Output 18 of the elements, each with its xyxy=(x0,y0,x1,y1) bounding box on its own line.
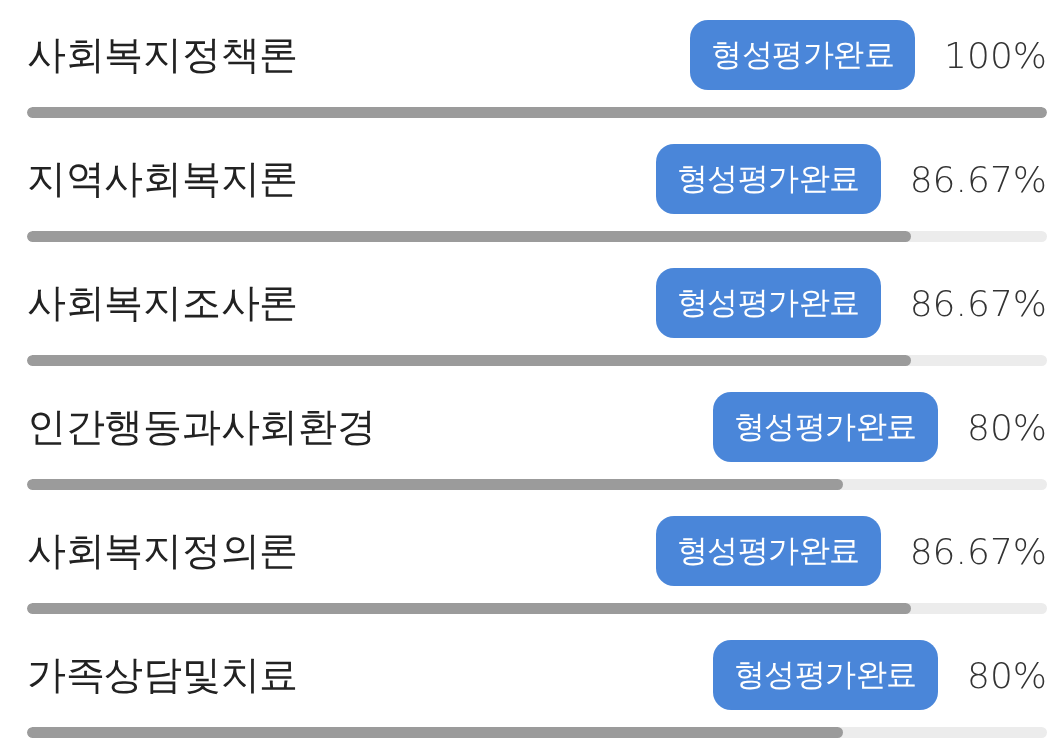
progress-percent: 80% xyxy=(967,654,1047,696)
status-badge: 형성평가완료 xyxy=(655,516,881,586)
course-title: 사회복지정의론 xyxy=(27,527,299,575)
status-badge: 형성평가완료 xyxy=(713,392,938,462)
status-badge: 형성평가완료 xyxy=(713,640,938,710)
course-title: 지역사회복지론 xyxy=(27,155,299,203)
status-badge: 형성평가완료 xyxy=(690,20,916,90)
course-title: 인간행동과사회환경 xyxy=(27,403,377,451)
course-title: 사회복지조사론 xyxy=(27,279,299,327)
progress-percent: 100% xyxy=(944,34,1047,76)
status-badge: 형성평가완료 xyxy=(655,268,881,338)
progress-percent: 80% xyxy=(967,406,1047,448)
progress-percent: 86.67% xyxy=(909,530,1047,572)
progress-percent: 86.67% xyxy=(909,282,1047,324)
course-title: 가족상담및치료 xyxy=(27,651,299,699)
course-title: 사회복지정책론 xyxy=(27,31,299,79)
progress-percent: 86.67% xyxy=(909,158,1047,200)
status-badge: 형성평가완료 xyxy=(655,144,881,214)
